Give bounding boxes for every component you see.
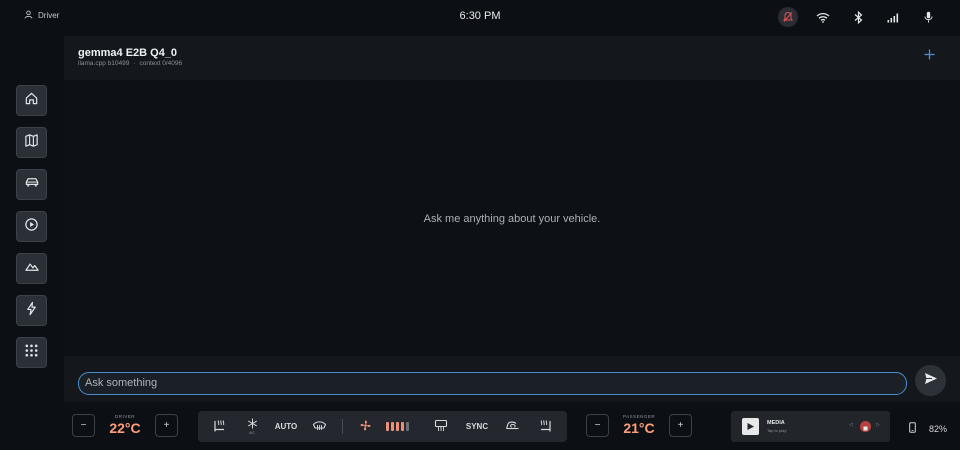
media-artwork	[742, 418, 759, 435]
media-prev-button[interactable]: ◁	[849, 422, 853, 428]
mic-icon[interactable]	[918, 7, 938, 27]
alert-icon[interactable]	[778, 7, 798, 27]
send-button[interactable]	[915, 365, 946, 396]
fan-speed-bars	[385, 422, 409, 431]
bluetooth-icon[interactable]	[848, 7, 868, 27]
seat-heat-passenger-button[interactable]	[534, 411, 556, 442]
sidebar-item-vehicle[interactable]	[16, 169, 47, 200]
home-icon	[24, 91, 39, 111]
driver-temp: DRIVER 22°C	[95, 414, 155, 436]
fan-speed-bar	[400, 422, 404, 431]
sidebar-item-apps[interactable]	[16, 337, 47, 368]
map-icon	[24, 133, 39, 153]
passenger-temp-up-button[interactable]: +	[669, 414, 692, 437]
fan-speed-bar	[390, 422, 394, 431]
driver-temp-label: DRIVER	[114, 414, 135, 419]
model-meta: llama.cpp b10499 · context 0/4096	[78, 60, 182, 67]
ac-label: A/C	[249, 431, 255, 435]
car-icon	[24, 175, 40, 195]
rear-defrost-button[interactable]	[430, 411, 452, 442]
bolt-icon	[24, 301, 39, 321]
fan-button[interactable]	[354, 411, 376, 442]
media-title: MEDIA	[767, 420, 785, 426]
fan-icon	[359, 419, 372, 434]
chat-composer: Ask something	[64, 356, 960, 402]
seat-heat-icon	[538, 419, 553, 435]
front-defrost-button[interactable]	[308, 411, 330, 442]
sidebar-nav	[16, 85, 48, 379]
mountain-icon	[24, 259, 40, 279]
chat-messages: Ask me anything about your vehicle.	[64, 80, 960, 356]
recirculation-button[interactable]	[501, 411, 523, 442]
rear-defrost-icon	[434, 419, 448, 434]
driver-temp-value: 22°C	[109, 420, 141, 436]
sidebar-item-map[interactable]	[16, 127, 47, 158]
media-next-button[interactable]: ▷	[876, 422, 880, 428]
driver-temp-down-button[interactable]: −	[72, 414, 95, 437]
apps-grid-icon	[24, 343, 39, 363]
sync-button[interactable]: SYNC	[463, 411, 491, 442]
play-icon	[746, 418, 755, 436]
seat-heat-driver-button[interactable]	[208, 411, 230, 442]
send-icon	[924, 372, 938, 390]
status-bar: Driver 6:30 PM	[0, 0, 960, 34]
phone-icon	[909, 422, 916, 435]
ac-button[interactable]: A/C	[241, 411, 263, 442]
fan-speed-bar	[385, 422, 389, 431]
climate-controls: A/C AUTO SYNC	[198, 411, 567, 442]
signal-icon	[883, 7, 903, 27]
plus-icon	[924, 47, 935, 65]
passenger-temp: PASSENGER 21°C	[609, 414, 669, 436]
stop-icon	[863, 418, 868, 436]
sidebar-item-media[interactable]	[16, 211, 47, 242]
sidebar-item-home[interactable]	[16, 85, 47, 116]
sidebar-item-terrain[interactable]	[16, 253, 47, 284]
climate-bar: − DRIVER 22°C + A/C AUTO SYNC − PASSENGE…	[0, 404, 960, 450]
auto-button[interactable]: AUTO	[272, 411, 300, 442]
fan-speed-bar	[395, 422, 399, 431]
context-usage: context 0/4096	[139, 60, 183, 67]
fan-speed-bar	[405, 422, 409, 431]
passenger-temp-down-button[interactable]: −	[586, 414, 609, 437]
phone-battery: 82%	[909, 422, 947, 435]
play-icon	[24, 217, 39, 237]
engine-version: llama.cpp b10499	[78, 60, 130, 67]
media-stop-button[interactable]	[860, 421, 871, 432]
wifi-icon[interactable]	[813, 7, 833, 27]
passenger-temp-label: PASSENGER	[622, 414, 656, 419]
fan-speed-level[interactable]	[382, 411, 412, 442]
recirculation-icon	[505, 419, 520, 434]
new-chat-button[interactable]	[922, 49, 936, 63]
battery-percent: 82%	[929, 423, 948, 434]
sidebar-item-energy[interactable]	[16, 295, 47, 326]
model-name: gemma4 E2B Q4_0	[78, 47, 178, 59]
chat-input[interactable]: Ask something	[78, 372, 907, 395]
seat-heat-icon	[212, 419, 227, 435]
front-defrost-icon	[312, 419, 327, 434]
empty-state-message: Ask me anything about your vehicle.	[423, 213, 601, 225]
driver-temp-up-button[interactable]: +	[155, 414, 178, 437]
snowflake-icon	[247, 418, 258, 431]
media-widget[interactable]: MEDIA Tap to play ◁ ▷	[731, 411, 890, 442]
meta-separator: ·	[133, 60, 136, 67]
chat-header: gemma4 E2B Q4_0 llama.cpp b10499 · conte…	[64, 36, 960, 80]
climate-divider	[342, 419, 343, 434]
passenger-temp-value: 21°C	[623, 420, 655, 436]
media-subtitle: Tap to play	[767, 428, 787, 433]
